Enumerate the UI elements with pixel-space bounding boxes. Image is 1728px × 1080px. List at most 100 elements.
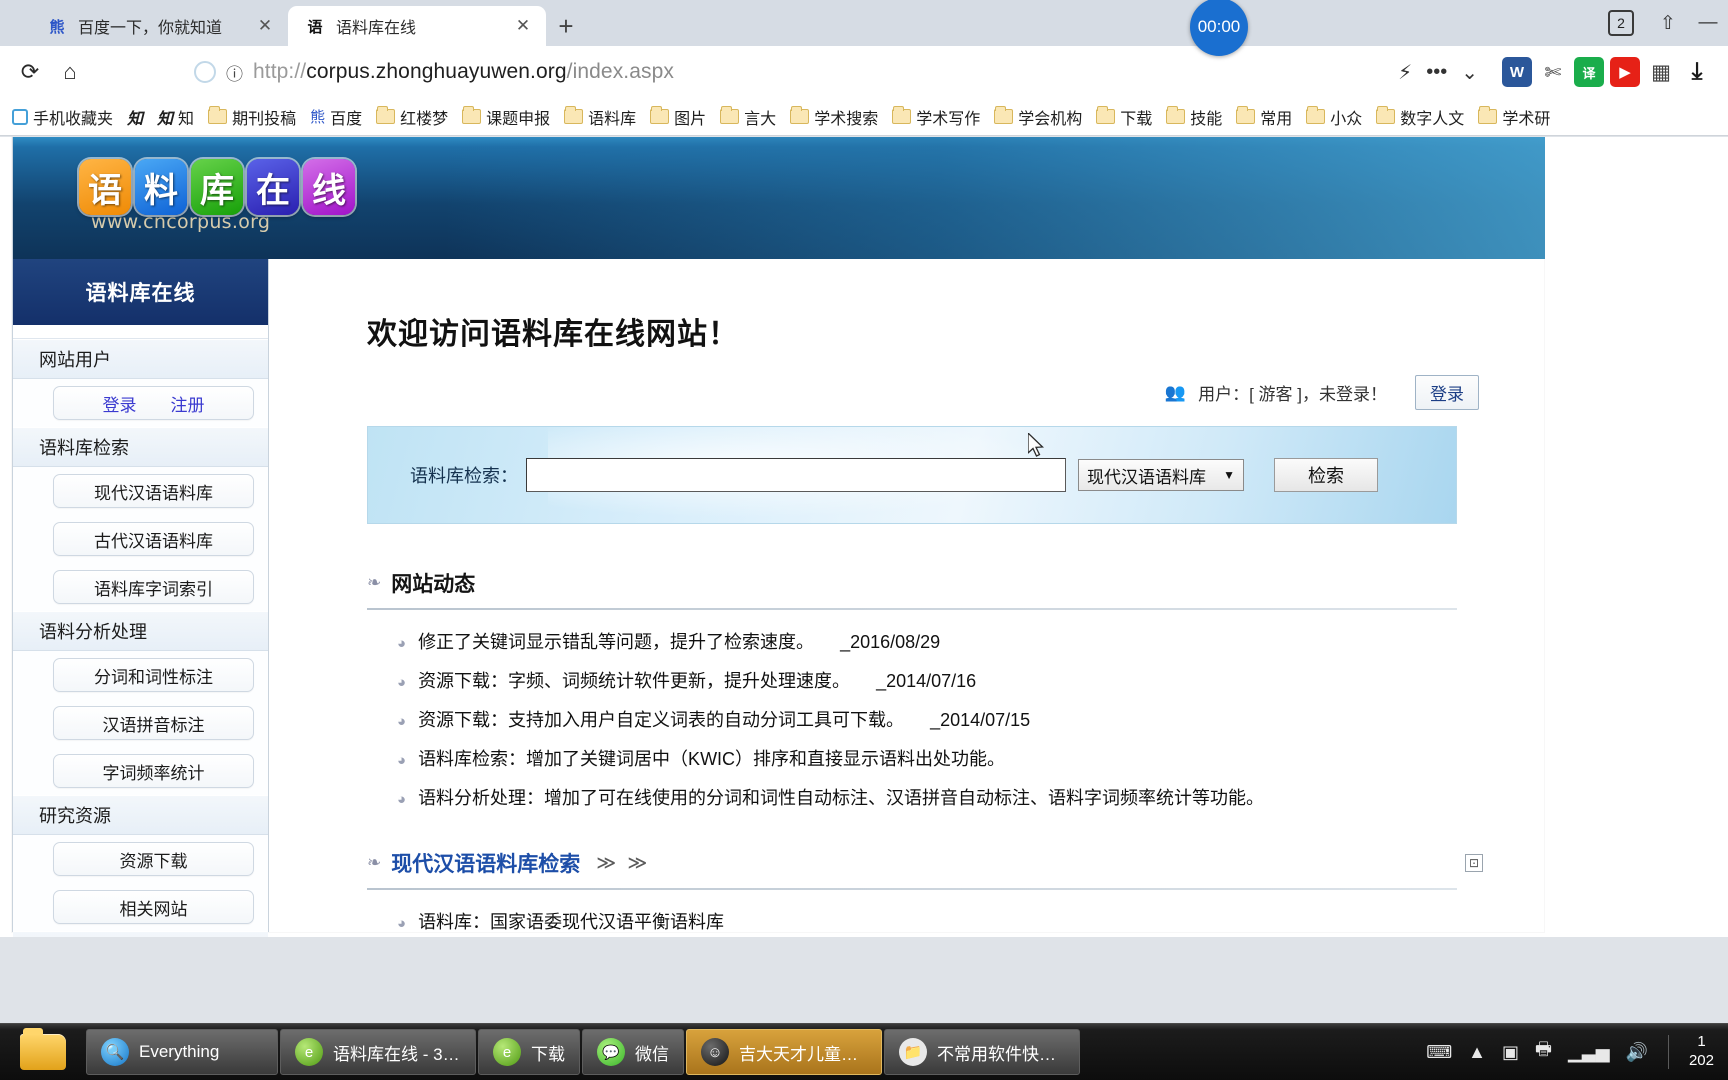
printer-icon[interactable]: 🖶 — [1535, 1037, 1552, 1067]
bookmark-zhi-2[interactable]: 知 知 — [151, 103, 200, 131]
share-icon[interactable]: ⇧ — [1648, 0, 1688, 46]
news-list: ◕ 修正了关键词显示错乱等问题，提升了检索速度。 _2016/08/29 ◕ 资… — [367, 628, 1457, 810]
word-extension-icon[interactable]: W — [1502, 57, 1532, 87]
downloads-icon[interactable]: ⤓ — [1682, 57, 1712, 87]
scissors-extension-icon[interactable]: ✄ — [1538, 57, 1568, 87]
translate-extension-icon[interactable]: 译 — [1574, 57, 1604, 87]
taskbar-item-label: 语料库在线 - 36... — [333, 1044, 461, 1064]
taskbar-item-everything[interactable]: 🔍 Everything — [86, 1029, 278, 1075]
bookmark-baidu[interactable]: 熊 百度 — [304, 103, 368, 131]
more-options-icon[interactable]: ••• — [1426, 61, 1447, 84]
tab-count-badge[interactable]: 2 — [1608, 10, 1634, 36]
bookmark-folder-keti[interactable]: 课题申报 — [456, 103, 556, 131]
security-info-icon[interactable]: ⓘ — [226, 60, 243, 85]
bookmark-zhi-1[interactable]: 知 — [121, 103, 149, 131]
site-logo[interactable]: 语 料 库 在 线 — [79, 159, 355, 215]
app-icon: ☺ — [701, 1038, 729, 1066]
bookmark-folder-shuzirenwen[interactable]: 数字人文 — [1370, 103, 1470, 131]
folder-icon — [462, 106, 482, 124]
new-tab-button[interactable]: + — [546, 6, 586, 46]
bookmark-mobile-favorites[interactable]: 手机收藏夹 — [6, 103, 119, 131]
expand-icon[interactable]: ⊡ — [1465, 854, 1483, 872]
list-item[interactable]: ◕ 语料库检索：增加了关键词居中（KWIC）排序和直接显示语料出处功能。 — [397, 745, 1457, 771]
bookmark-folder-honglou[interactable]: 红楼梦 — [370, 103, 454, 131]
browser-icon: e — [493, 1038, 521, 1066]
baidu-icon: 熊 — [310, 109, 326, 126]
browser-tab-corpus[interactable]: 语 语料库在线 ✕ — [288, 6, 546, 46]
baidu-favicon-icon: 熊 — [49, 18, 65, 36]
address-bar[interactable]: ⓘ http://corpus.zhonghuayuwen.org/index.… — [98, 53, 1494, 91]
taskbar-item-corpus-browser[interactable]: e 语料库在线 - 36... — [280, 1029, 476, 1075]
list-item[interactable]: ◕ 资源下载：支持加入用户自定义词表的自动分词工具可下载。 _2014/07/1… — [397, 706, 1457, 732]
list-item[interactable]: ◕ 语料分析处理：增加了可在线使用的分词和词性自动标注、汉语拼音自动标注、语料字… — [397, 784, 1457, 810]
sidebar-item-related-sites[interactable]: 相关网站 — [53, 890, 254, 924]
timer-badge[interactable]: 00:00 — [1190, 0, 1248, 56]
navigation-bar: ⟳ ⌂ ⓘ http://corpus.zhonghuayuwen.org/in… — [0, 46, 1728, 98]
bookmark-folder-yanda[interactable]: 言大 — [714, 103, 782, 131]
news-date: _2014/07/15 — [930, 710, 1031, 730]
bookmark-folder-yuliaoku[interactable]: 语料库 — [558, 103, 642, 131]
tab-close-icon[interactable]: ✕ — [252, 16, 278, 36]
sidebar-item-ancient-corpus[interactable]: 古代汉语语料库 — [53, 522, 254, 556]
bookmark-folder-xuehuijigou[interactable]: 学会机构 — [988, 103, 1088, 131]
bookmark-folder-qikan[interactable]: 期刊投稿 — [202, 103, 302, 131]
bookmark-folder-tupian[interactable]: 图片 — [644, 103, 712, 131]
sidebar-item-pinyin[interactable]: 汉语拼音标注 — [53, 706, 254, 740]
news-text: 修正了关键词显示错乱等问题，提升了检索速度。 — [418, 632, 815, 652]
browser-tab-baidu[interactable]: 熊 百度一下，你就知道 ✕ — [30, 6, 288, 46]
clock-date: 202 — [1688, 1052, 1714, 1069]
bookmark-label: 小众 — [1330, 110, 1363, 128]
search-submit-button[interactable]: 检索 — [1274, 458, 1378, 492]
keyboard-icon[interactable]: ⌨ — [1426, 1042, 1452, 1063]
search-input[interactable] — [526, 458, 1066, 492]
chevron-down-icon[interactable]: ⌄ — [1461, 60, 1478, 85]
more-arrows-icon[interactable]: ≫ ≫ — [596, 852, 650, 875]
network-icon[interactable]: ▁▃▅ — [1568, 1042, 1610, 1063]
bookmark-folder-xiaozhong[interactable]: 小众 — [1300, 103, 1368, 131]
bookmark-folder-changyong[interactable]: 常用 — [1230, 103, 1298, 131]
bookmark-folder-xueshusousuo[interactable]: 学术搜索 — [784, 103, 884, 131]
sidebar-row: 汉语拼音标注 — [13, 699, 268, 747]
bookmark-folder-xiazai[interactable]: 下载 — [1090, 103, 1158, 131]
sidebar-item-segmentation-pos[interactable]: 分词和词性标注 — [53, 658, 254, 692]
chevron-up-icon[interactable]: ▲ — [1468, 1042, 1486, 1063]
monitor-icon[interactable]: ▣ — [1502, 1042, 1519, 1063]
sidebar-register-link[interactable]: 注册 — [171, 391, 205, 416]
sidebar-item-word-index[interactable]: 语料库字词索引 — [53, 570, 254, 604]
lightning-icon[interactable]: ⚡ — [1398, 60, 1412, 85]
bookmark-label: 手机收藏夹 — [33, 110, 114, 128]
taskbar-item-download[interactable]: e 下载 — [478, 1029, 580, 1075]
sidebar-row: 语料库字词索引 — [13, 563, 268, 611]
youtube-extension-icon[interactable]: ▶ — [1610, 57, 1640, 87]
taskbar-item-wechat[interactable]: 💬 微信 — [582, 1029, 684, 1075]
home-icon[interactable]: ⌂ — [50, 52, 90, 92]
start-button[interactable] — [0, 1024, 86, 1080]
folder-icon — [892, 106, 912, 124]
news-text: 资源下载：字频、词频统计软件更新，提升处理速度。 — [418, 671, 851, 691]
corpus-section-header: ❧ 现代汉语语料库检索 ≫ ≫ ⊡ — [367, 848, 1483, 888]
corpus-select[interactable]: 现代汉语语料库 ▼ — [1078, 459, 1244, 491]
apps-grid-icon[interactable]: ▦ — [1646, 57, 1676, 87]
corpus-section-title[interactable]: 现代汉语语料库检索 — [391, 848, 580, 878]
extensions-strip: W ✄ 译 ▶ ▦ ⤓ — [1502, 57, 1718, 87]
list-item[interactable]: ◕ 资源下载：字频、词频统计软件更新，提升处理速度。 _2014/07/16 — [397, 667, 1457, 693]
volume-icon[interactable]: 🔊 — [1626, 1042, 1648, 1063]
bookmark-label: 学会机构 — [1018, 110, 1083, 128]
bookmark-folder-xueshuxiezuo[interactable]: 学术写作 — [886, 103, 986, 131]
sidebar-item-modern-corpus[interactable]: 现代汉语语料库 — [53, 474, 254, 508]
taskbar-item-jida[interactable]: ☺ 吉大天才儿童俱... — [686, 1029, 882, 1075]
login-button[interactable]: 登录 — [1415, 375, 1479, 410]
sidebar-auth-buttons[interactable]: 登录 注册 — [53, 386, 254, 420]
list-item[interactable]: ◕ 修正了关键词显示错乱等问题，提升了检索速度。 _2016/08/29 — [397, 628, 1457, 654]
bookmark-folder-jineng[interactable]: 技能 — [1160, 103, 1228, 131]
taskbar-item-shortcuts[interactable]: 📁 不常用软件快捷... — [884, 1029, 1080, 1075]
sidebar-item-downloads[interactable]: 资源下载 — [53, 842, 254, 876]
bookmark-label: 技能 — [1190, 110, 1223, 128]
tab-close-icon[interactable]: ✕ — [510, 16, 536, 36]
reload-icon[interactable]: ⟳ — [10, 52, 50, 92]
clock[interactable]: 1 202 — [1689, 1033, 1718, 1071]
sidebar-item-frequency[interactable]: 字词频率统计 — [53, 754, 254, 788]
bookmark-folder-xueshuyan[interactable]: 学术研 — [1472, 103, 1556, 131]
sidebar-login-link[interactable]: 登录 — [103, 391, 137, 416]
minimize-button[interactable]: — — [1688, 0, 1728, 46]
